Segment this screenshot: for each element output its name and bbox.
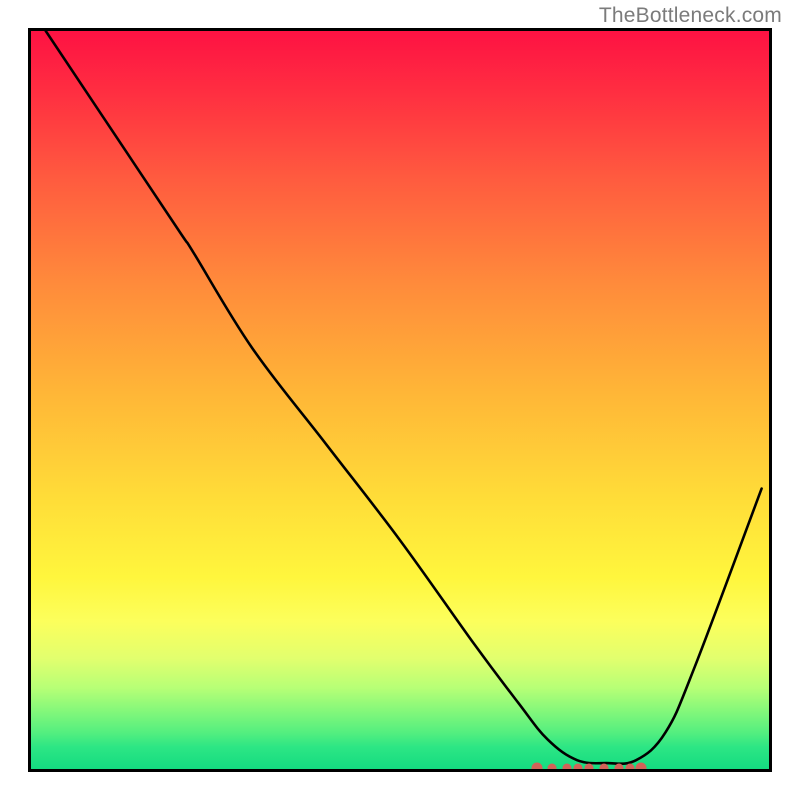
chart-container: TheBottleneck.com [0,0,800,800]
optimal-dot [573,763,582,772]
optimal-dot [585,763,594,772]
optimal-dot [531,762,542,772]
optimal-dot [614,763,623,772]
watermark-text: TheBottleneck.com [599,4,782,28]
optimal-dot [636,762,647,772]
optimal-dot [547,763,556,772]
optimal-dot [599,763,608,772]
optimal-dots-layer [31,31,769,769]
optimal-dot [562,763,571,772]
optimal-dot [625,763,634,772]
plot-frame [28,28,772,772]
